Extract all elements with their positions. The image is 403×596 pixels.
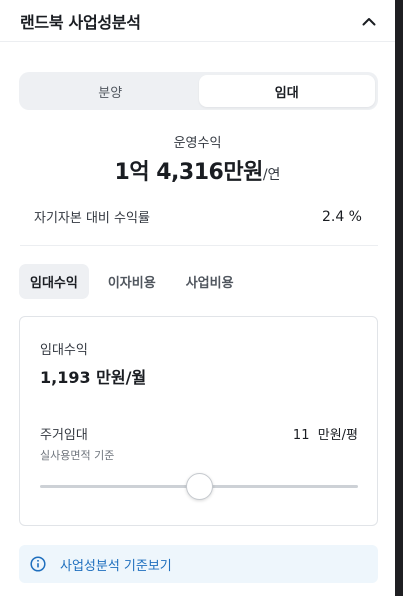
rental-income-card: 임대수익 1,193 만원/월 주거임대 11 만원/평 실사용면적 기준: [19, 316, 378, 526]
residential-rent-value: 11 만원/평: [292, 428, 358, 443]
rental-income-label: 임대수익: [40, 343, 88, 358]
panel-title: 랜드북 사업성분석: [20, 13, 141, 32]
operating-income-amount: 1억 4,316만원: [114, 160, 264, 185]
header-divider: [0, 41, 395, 42]
operating-income-unit: /연: [262, 167, 281, 183]
tab-rental-income[interactable]: 임대수익: [19, 264, 89, 299]
operating-income-label: 운영수익: [173, 136, 222, 151]
info-icon: [30, 556, 46, 572]
criteria-info-button[interactable]: 사업성분석 기준보기: [19, 545, 378, 583]
tab-project-cost[interactable]: 사업비용: [175, 264, 245, 299]
panel-header: 랜드북 사업성분석: [20, 8, 380, 34]
residential-rent-basis: 실사용면적 기준: [40, 449, 115, 462]
analysis-panel: 랜드북 사업성분석 분양 임대 운영수익 1억 4,316만원/연 자기자본 대…: [0, 0, 395, 596]
equity-return-value: 2.4 %: [321, 208, 362, 225]
residential-rent-slider[interactable]: [40, 473, 358, 501]
sale-rent-toggle: 분양 임대: [19, 72, 378, 110]
segment-sale[interactable]: 분양: [22, 75, 199, 107]
window-edge: [395, 0, 403, 596]
equity-return-row: 자기자본 대비 수익률 2.4 %: [34, 207, 362, 227]
segment-rent[interactable]: 임대: [198, 75, 375, 107]
criteria-info-text: 사업성분석 기준보기: [60, 558, 172, 574]
detail-tabs: 임대수익 이자비용 사업비용: [19, 264, 245, 299]
slider-thumb[interactable]: [186, 473, 213, 500]
operating-income-value: 1억 4,316만원/연: [0, 154, 395, 186]
tab-interest-cost[interactable]: 이자비용: [97, 264, 167, 299]
chevron-up-icon[interactable]: [358, 10, 380, 32]
section-divider: [20, 245, 378, 246]
equity-return-label: 자기자본 대비 수익률: [34, 211, 150, 226]
residential-rent-label: 주거임대: [40, 428, 88, 443]
rental-income-value: 1,193 만원/월: [40, 368, 147, 387]
